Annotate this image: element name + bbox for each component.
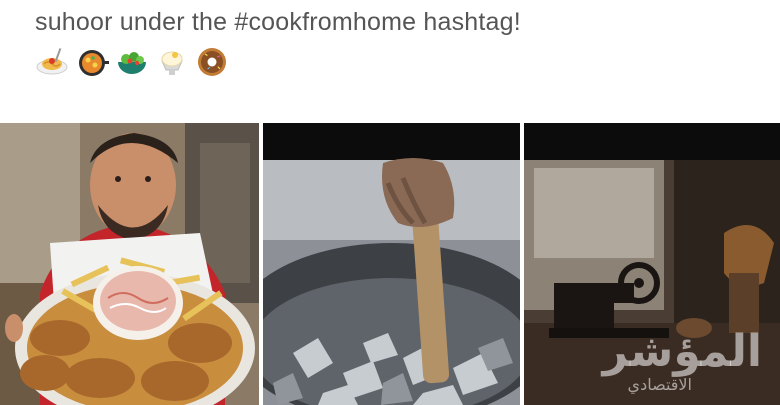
watermark: المؤشر الاقتصادي	[603, 329, 762, 395]
doughnut-icon	[198, 48, 226, 76]
watermark-main: المؤشر	[602, 326, 762, 377]
green-salad-icon	[118, 52, 146, 74]
photo-grid: المؤشر الاقتصادي	[0, 123, 780, 405]
photo-stirring-coals[interactable]	[263, 123, 520, 405]
photo-man-with-fried-chicken[interactable]	[0, 123, 259, 405]
shaved-ice-icon	[161, 51, 183, 75]
photo-2-image	[263, 123, 520, 405]
shallow-pan-of-food-icon	[79, 50, 109, 76]
photo-1-image	[0, 123, 259, 405]
emoji-row	[35, 44, 229, 80]
photo-sewing-machine[interactable]: المؤشر الاقتصادي	[524, 123, 780, 405]
spaghetti-icon	[36, 48, 68, 75]
post-caption: suhoor under the #cookfromhome hashtag!	[35, 8, 521, 36]
watermark-sub: الاقتصادي	[627, 375, 692, 394]
